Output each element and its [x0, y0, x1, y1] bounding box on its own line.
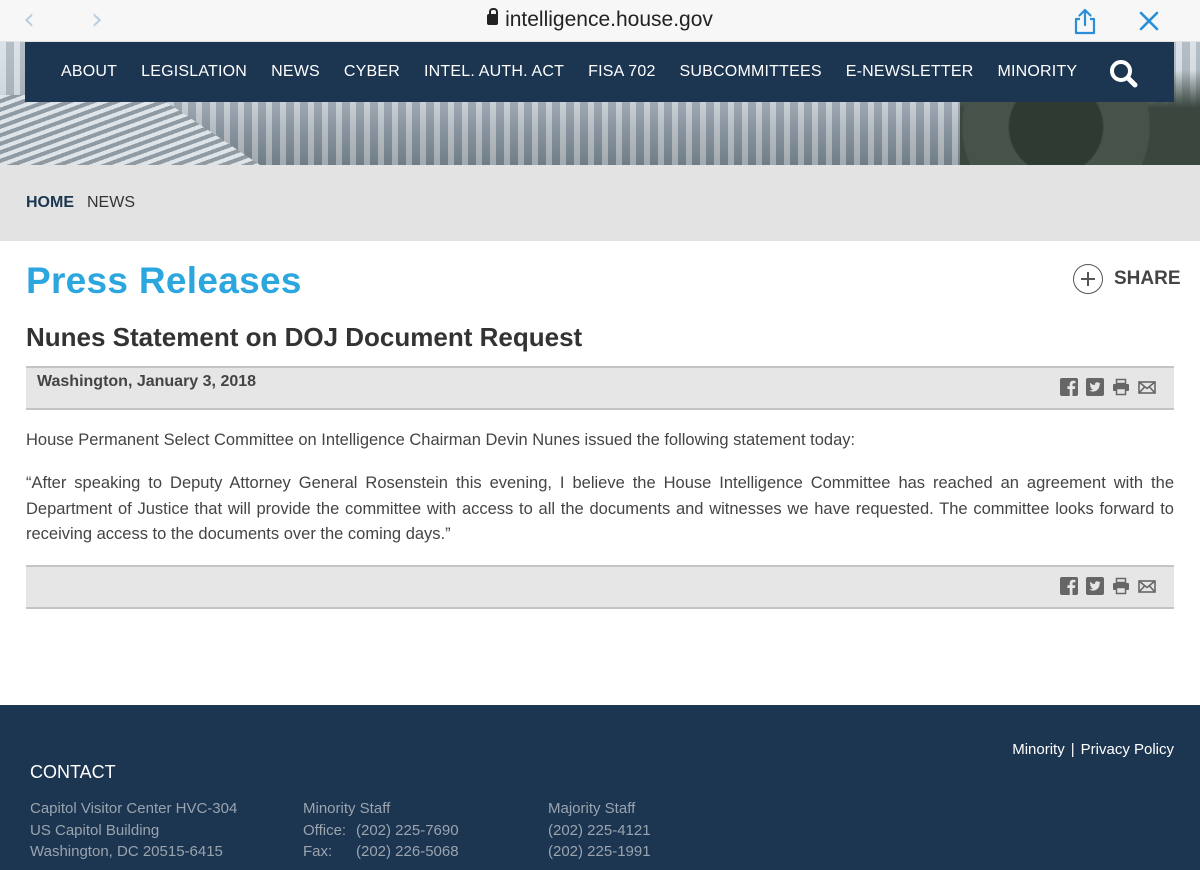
twitter-icon[interactable] — [1086, 378, 1104, 396]
address-line: Washington, DC 20515-6415 — [30, 843, 223, 860]
lock-icon — [487, 8, 499, 25]
majority-staff-heading: Majority Staff — [548, 800, 636, 817]
hero-banner: ABOUT LEGISLATION NEWS CYBER INTEL. AUTH… — [0, 42, 1200, 165]
minority-office-phone[interactable]: (202) 225-7690 — [356, 822, 459, 839]
article-quote: “After speaking to Deputy Attorney Gener… — [26, 474, 1174, 543]
article-meta-bar: Washington, January 3, 2018 — [26, 366, 1174, 410]
address-bar[interactable]: intelligence.house.gov — [0, 8, 1200, 32]
nav-item-legislation[interactable]: LEGISLATION — [141, 63, 247, 81]
minority-fax: (202) 226-5068 — [356, 843, 459, 860]
contact-address: Capitol Visitor Center HVC-304 US Capito… — [30, 798, 237, 863]
article-footer-bar — [26, 565, 1174, 609]
article-title: Nunes Statement on DOJ Document Request — [26, 322, 583, 352]
office-label: Office: — [303, 821, 347, 839]
nav-item-minority[interactable]: MINORITY — [997, 63, 1077, 81]
facebook-icon[interactable] — [1060, 378, 1078, 396]
article-tools — [1052, 378, 1156, 396]
plus-icon — [1073, 264, 1103, 294]
nav-item-intel-auth-act[interactable]: INTEL. AUTH. ACT — [424, 63, 564, 81]
article-intro: House Permanent Select Committee on Inte… — [26, 431, 856, 449]
print-icon[interactable] — [1112, 378, 1130, 396]
breadcrumb-news[interactable]: NEWS — [87, 194, 135, 212]
site-footer: Minority | Privacy Policy CONTACT Capitol … — [0, 705, 1200, 870]
breadcrumb-home[interactable]: HOME — [26, 194, 74, 212]
facebook-icon[interactable] — [1060, 577, 1078, 595]
fax-label: Fax: — [303, 843, 333, 860]
nav-item-subcommittees[interactable]: SUBCOMMITTEES — [680, 63, 822, 81]
address-line: US Capitol Building — [30, 821, 160, 839]
address-line: Capitol Visitor Center HVC-304 — [30, 800, 238, 817]
nav-item-fisa-702[interactable]: FISA 702 — [588, 63, 655, 81]
contact-heading: CONTACT — [30, 762, 116, 782]
email-icon[interactable] — [1138, 378, 1156, 396]
article-tools-bottom — [1052, 577, 1156, 595]
majority-fax: (202) 225-1991 — [548, 843, 651, 860]
twitter-icon[interactable] — [1086, 577, 1104, 595]
minority-staff-contact: Minority Staff Office: (202) 225-7690 Fax… — [303, 798, 459, 863]
email-icon[interactable] — [1138, 577, 1156, 595]
footer-link-privacy[interactable]: Privacy Policy — [1081, 741, 1174, 758]
majority-office-phone[interactable]: (202) 225-4121 — [548, 820, 651, 842]
nav-item-about[interactable]: ABOUT — [61, 63, 117, 81]
share-icon[interactable] — [1070, 6, 1100, 36]
footer-link-minority[interactable]: Minority — [1012, 741, 1065, 758]
main-nav: ABOUT LEGISLATION NEWS CYBER INTEL. AUTH… — [25, 42, 1174, 102]
browser-toolbar: ‹ › intelligence.house.gov — [0, 0, 1200, 42]
nav-item-news[interactable]: NEWS — [271, 63, 320, 81]
nav-item-e-newsletter[interactable]: E-NEWSLETTER — [846, 63, 974, 81]
footer-links: Minority | Privacy Policy — [1012, 741, 1174, 758]
url-text: intelligence.house.gov — [505, 8, 713, 31]
footer-separator: | — [1070, 741, 1075, 758]
dateline: Washington, January 3, 2018 — [37, 373, 257, 390]
share-label: SHARE — [1114, 268, 1181, 289]
page-title: Press Releases — [26, 260, 302, 301]
close-icon[interactable] — [1134, 6, 1164, 36]
breadcrumb: HOME NEWS — [0, 165, 1200, 241]
share-button[interactable]: SHARE — [1073, 264, 1181, 294]
print-icon[interactable] — [1112, 577, 1130, 595]
minority-staff-heading: Minority Staff — [303, 800, 391, 817]
nav-item-cyber[interactable]: CYBER — [344, 63, 400, 81]
search-icon[interactable] — [1108, 58, 1138, 88]
majority-staff-contact: Majority Staff (202) 225-4121 (202) 225-… — [548, 798, 651, 863]
